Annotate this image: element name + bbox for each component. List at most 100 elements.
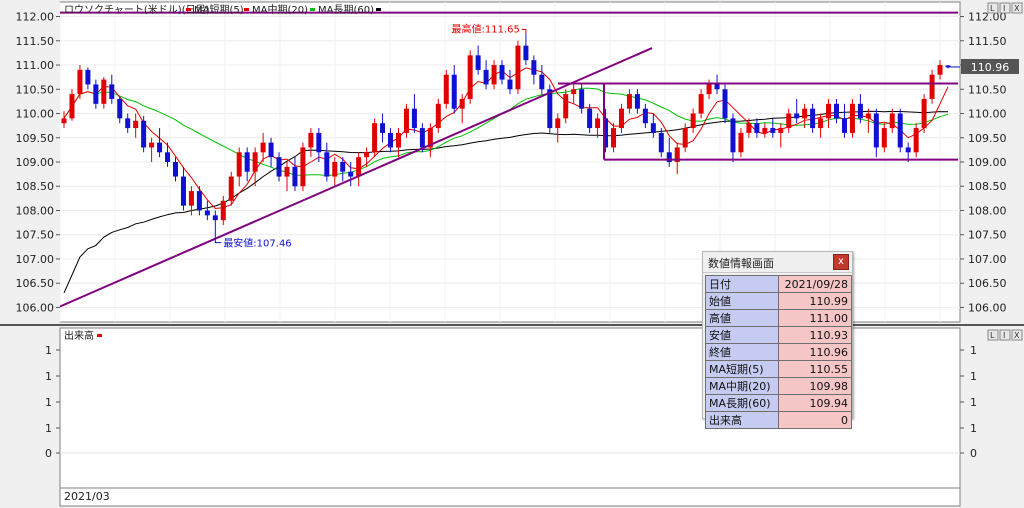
candle-body[interactable] [324,152,330,177]
candle-body[interactable] [308,132,314,148]
candle-body[interactable] [595,118,601,129]
candle-body[interactable] [897,113,903,148]
candle-body[interactable] [611,128,617,148]
candle-body[interactable] [563,94,569,119]
candle-body[interactable] [770,128,776,133]
candle-body[interactable] [451,74,457,109]
candle-body[interactable] [228,176,234,201]
candle-body[interactable] [618,108,624,129]
candle-body[interactable] [101,79,107,104]
candle-body[interactable] [714,84,720,90]
candle-body[interactable] [93,84,99,104]
candle-body[interactable] [180,176,186,206]
candle-body[interactable] [547,89,553,129]
candle-body[interactable] [348,171,354,177]
candle-body[interactable] [244,152,250,172]
candle-body[interactable] [690,113,696,129]
candle-body[interactable] [236,152,242,177]
candle-body[interactable] [818,118,824,129]
candle-body[interactable] [260,142,266,153]
candle-body[interactable] [292,166,298,187]
candle-body[interactable] [212,215,218,221]
candle-body[interactable] [372,123,378,153]
candle-body[interactable] [881,128,887,148]
candle-body[interactable] [204,210,210,216]
candle-body[interactable] [172,162,178,177]
candle-body[interactable] [188,191,194,206]
candle-body[interactable] [682,128,688,148]
candle-body[interactable] [403,108,409,133]
candle-body[interactable] [220,200,226,221]
candle-body[interactable] [125,118,131,129]
candle-body[interactable] [698,94,704,114]
candle-body[interactable] [929,74,935,99]
candle-body[interactable] [419,128,425,148]
candle-body[interactable] [435,103,441,129]
candle-body[interactable] [571,89,577,95]
candle-body[interactable] [196,191,202,211]
candle-body[interactable] [865,113,871,119]
candle-body[interactable] [380,123,386,133]
candle-body[interactable] [109,84,115,99]
candle-body[interactable] [841,118,847,133]
candle-body[interactable] [626,94,632,109]
candle-body[interactable] [467,55,473,99]
candle-body[interactable] [507,79,513,90]
candle-body[interactable] [356,157,362,177]
candle-body[interactable] [61,118,67,124]
candle-body[interactable] [794,113,800,119]
candle-body[interactable] [762,128,768,133]
candle-body[interactable] [411,108,417,129]
candle-body[interactable] [340,162,346,172]
candle-body[interactable] [133,120,139,129]
candle-body[interactable] [459,98,465,109]
candle-body[interactable] [483,69,489,85]
candle-body[interactable] [905,147,911,153]
candle-body[interactable] [738,132,744,153]
candle-body[interactable] [634,94,640,109]
candle-body[interactable] [778,128,784,133]
candle-body[interactable] [443,74,449,104]
candle-body[interactable] [650,123,656,133]
candle-body[interactable] [802,108,808,119]
candle-body[interactable] [77,69,83,95]
candle-body[interactable] [706,84,712,95]
candle-body[interactable] [85,69,91,85]
value-info-window[interactable]: 数値情報画面 x 日付 2021/09/28 始値 110.99 高値 111.00 安値 1… [702,251,853,429]
candle-body[interactable] [658,132,664,153]
candle-body[interactable] [165,152,171,162]
candle-body[interactable] [786,113,792,129]
candle-body[interactable] [157,142,163,153]
candle-body[interactable] [722,89,728,119]
candle-body[interactable] [873,113,879,148]
candle-body[interactable] [746,123,752,133]
candle-body[interactable] [889,113,895,129]
candle-body[interactable] [117,98,123,119]
candle-body[interactable] [515,45,521,90]
candle-body[interactable] [300,147,306,187]
candle-body[interactable] [475,55,481,70]
candle-body[interactable] [587,108,593,129]
info-window-close-button[interactable]: x [833,254,849,270]
info-window-titlebar[interactable]: 数値情報画面 x [703,252,852,273]
candle-body[interactable] [268,142,274,158]
candle-body[interactable] [149,142,155,148]
candle-body[interactable] [523,45,529,61]
candle-body[interactable] [531,60,537,75]
candle-body[interactable] [834,103,840,119]
candle-body[interactable] [69,94,75,119]
candle-body[interactable] [730,118,736,153]
candle-body[interactable] [395,132,401,148]
candle-body[interactable] [284,166,290,177]
candle-body[interactable] [642,108,648,124]
candle-body[interactable] [826,103,832,119]
candle-body[interactable] [388,132,394,148]
candle-body[interactable] [332,162,338,177]
candle-body[interactable] [849,103,855,133]
candle-body[interactable] [913,128,919,153]
candle-body[interactable] [921,98,927,129]
candle-body[interactable] [937,65,943,75]
candle-body[interactable] [555,118,561,129]
candle-body[interactable] [810,108,816,129]
candle-body[interactable] [491,65,497,85]
